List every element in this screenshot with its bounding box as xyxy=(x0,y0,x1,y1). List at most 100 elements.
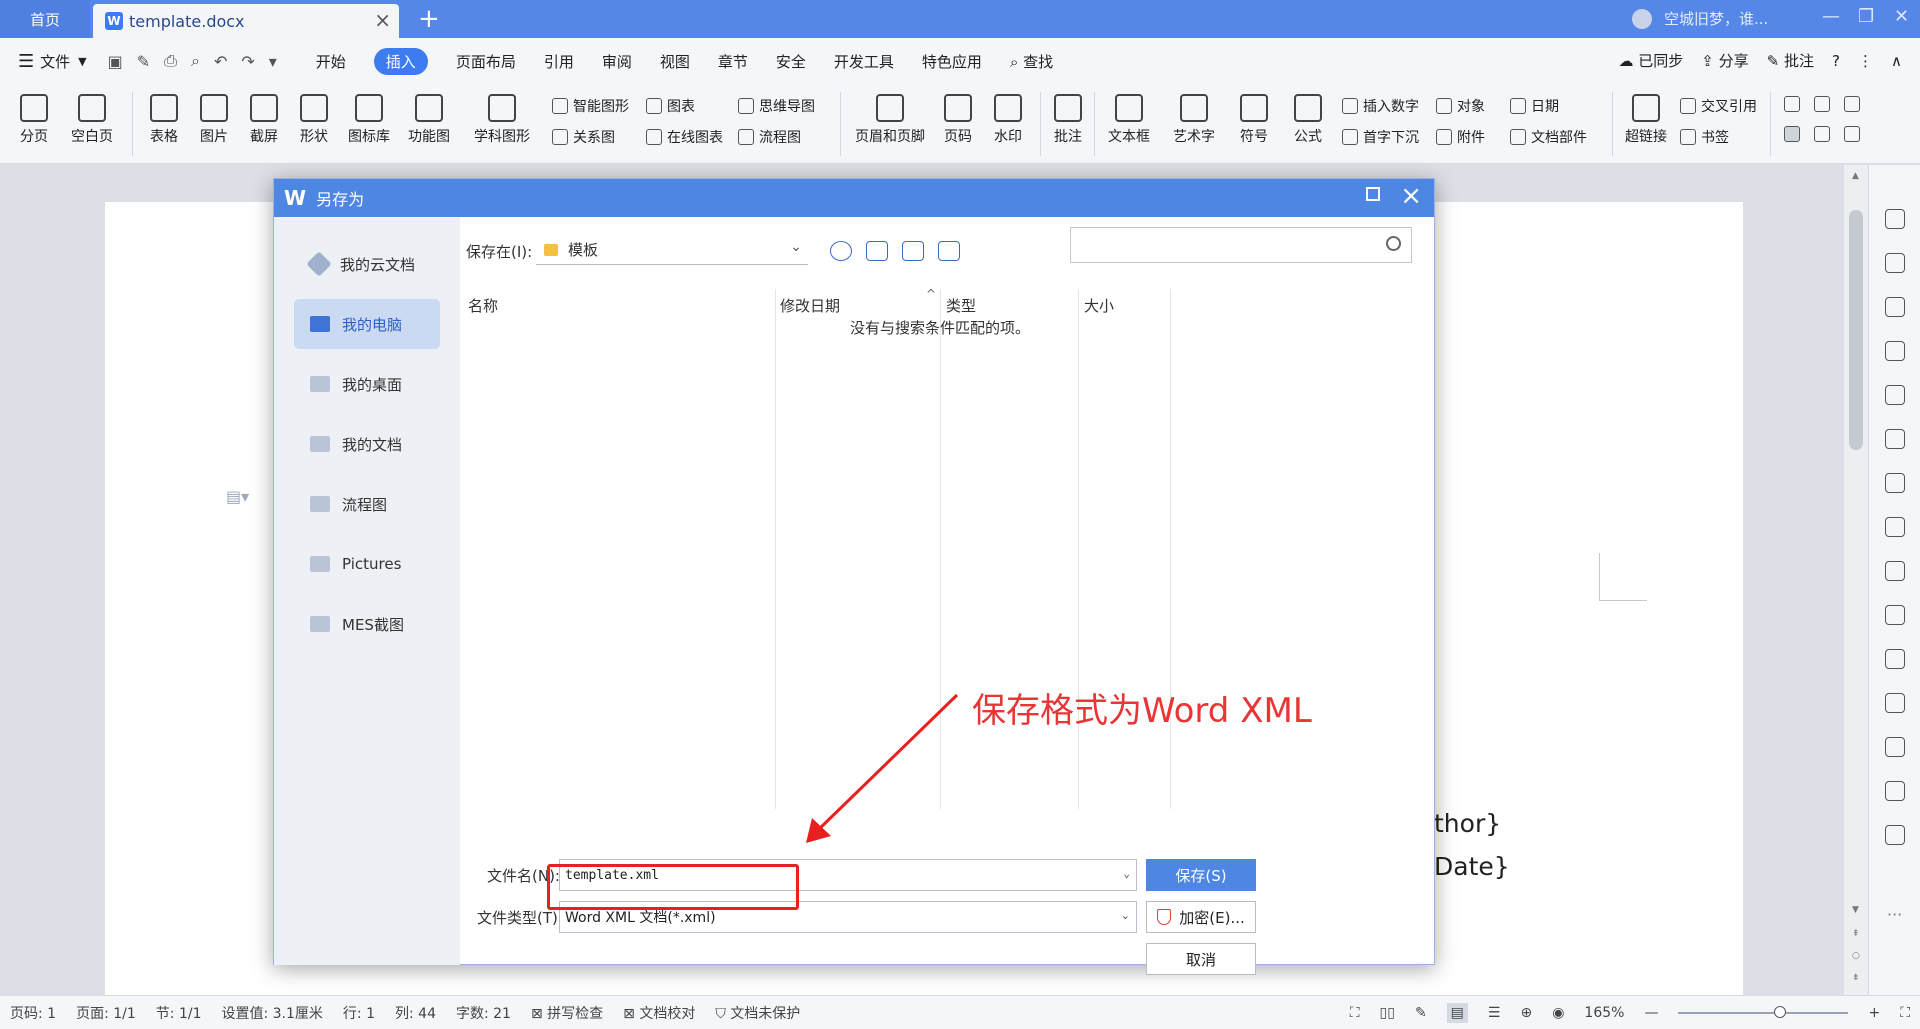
dialog-title-bar[interactable]: W 另存为 × xyxy=(274,179,1434,217)
protection-status[interactable]: ⛉ 文档未保护 xyxy=(715,1003,800,1023)
next-page-icon[interactable]: ⇟ xyxy=(1852,973,1860,983)
up-folder-icon[interactable] xyxy=(866,241,888,261)
tab-start[interactable]: 开始 xyxy=(316,51,346,72)
prev-page-icon[interactable]: ⇞ xyxy=(1852,929,1860,939)
screenshot-button[interactable]: 截屏 xyxy=(242,94,286,146)
zoom-level[interactable]: 165% xyxy=(1584,1005,1624,1021)
shape-button[interactable]: 形状 xyxy=(292,94,336,146)
dialog-close-icon[interactable]: × xyxy=(1400,181,1422,211)
sidebar-item-pictures[interactable]: Pictures xyxy=(294,539,440,589)
sidebar-item-cloud-docs[interactable]: 我的云文档 xyxy=(294,239,440,289)
column-size[interactable]: 大小 xyxy=(1084,295,1114,316)
tab-page-layout[interactable]: 页面布局 xyxy=(456,51,516,72)
read-mode-icon[interactable]: ▯▯ xyxy=(1380,1005,1395,1021)
eye-protect-icon[interactable]: ◉ xyxy=(1552,1005,1564,1021)
object-button[interactable]: 对象 xyxy=(1436,96,1485,116)
help-icon[interactable]: ? xyxy=(1832,52,1840,70)
tab-features[interactable]: 特色应用 xyxy=(922,51,982,72)
vertical-scrollbar[interactable]: ▲ ▼ ⇞ ○ ⇟ xyxy=(1844,165,1868,995)
share-button[interactable]: ⇪ 分享 xyxy=(1701,50,1748,71)
picture-button[interactable]: 图片 xyxy=(192,94,236,146)
tab-review[interactable]: 审阅 xyxy=(602,51,632,72)
tab-section[interactable]: 章节 xyxy=(718,51,748,72)
new-folder-icon[interactable] xyxy=(902,241,924,261)
sidebar-item-desktop[interactable]: 我的桌面 xyxy=(294,359,440,409)
relation-button[interactable]: 关系图 xyxy=(552,127,615,147)
fullscreen-icon[interactable]: ⛶ xyxy=(1350,1005,1360,1021)
grid-icon[interactable] xyxy=(1885,385,1905,405)
export-icon[interactable] xyxy=(1885,561,1905,581)
user-account[interactable]: 空城旧梦，谁... xyxy=(1632,8,1768,29)
write-mode-icon[interactable]: ✎ xyxy=(1415,1005,1427,1021)
select-browse-icon[interactable]: ○ xyxy=(1852,951,1860,961)
zoom-in-icon[interactable]: + xyxy=(1868,1005,1880,1021)
tab-insert[interactable]: 插入 xyxy=(373,47,428,75)
pen-icon[interactable] xyxy=(1885,209,1905,229)
encrypt-button[interactable]: 加密(E)... xyxy=(1146,901,1256,933)
style-icon-6[interactable] xyxy=(1844,126,1865,142)
close-tab-icon[interactable]: × xyxy=(374,8,391,32)
flowchart-button[interactable]: 流程图 xyxy=(738,127,801,147)
wordart-button[interactable]: 艺术字 xyxy=(1166,94,1222,146)
zoom-slider[interactable] xyxy=(1678,1005,1849,1018)
sidebar-item-documents[interactable]: 我的文档 xyxy=(294,419,440,469)
hyperlink-button[interactable]: 超链接 xyxy=(1620,94,1672,146)
archive-icon[interactable] xyxy=(1885,649,1905,669)
file-menu[interactable]: ☰ 文件 ▼ xyxy=(18,51,87,72)
column-modified[interactable]: 修改日期 xyxy=(780,295,840,316)
watermark-button[interactable]: 水印 xyxy=(986,94,1030,146)
zoom-out-icon[interactable]: — xyxy=(1644,1005,1658,1021)
sidebar-item-flowchart[interactable]: 流程图 xyxy=(294,479,440,529)
doc-parts-button[interactable]: 文档部件 xyxy=(1510,127,1587,147)
online-chart-button[interactable]: 在线图表 xyxy=(646,127,723,147)
print-preview-icon[interactable]: ⌕ xyxy=(191,51,200,71)
undo-icon[interactable]: ↶ xyxy=(214,52,227,71)
page-break-button[interactable]: 分页 xyxy=(12,94,56,146)
history-icon[interactable] xyxy=(1885,781,1905,801)
outline-view-icon[interactable]: ☰ xyxy=(1488,1005,1501,1021)
redo-icon[interactable]: ↷ xyxy=(241,52,254,71)
column-divider[interactable] xyxy=(940,289,941,809)
translate-icon[interactable] xyxy=(1885,605,1905,625)
style-icon-4[interactable] xyxy=(1784,126,1805,142)
scroll-down-icon[interactable]: ▼ xyxy=(1852,905,1859,915)
drop-cap-button[interactable]: 首字下沉 xyxy=(1342,127,1419,147)
tab-references[interactable]: 引用 xyxy=(544,51,574,72)
chevron-down-icon[interactable]: ⌄ xyxy=(1121,909,1130,922)
zoom-slider-handle[interactable] xyxy=(1774,1005,1787,1018)
adjust-icon[interactable] xyxy=(1885,473,1905,493)
maximize-icon[interactable] xyxy=(1366,187,1380,201)
save-button[interactable]: 保存(S) xyxy=(1146,859,1256,891)
format-painter-icon[interactable]: ✎ xyxy=(137,52,150,71)
column-type[interactable]: 类型 xyxy=(946,295,976,316)
sidebar-item-mes-screenshots[interactable]: MES截图 xyxy=(294,599,440,649)
attachment-button[interactable]: 附件 xyxy=(1436,127,1485,147)
print-icon[interactable]: ⎙ xyxy=(164,51,177,71)
picture-side-icon[interactable] xyxy=(1885,693,1905,713)
restore-icon[interactable]: ❐ xyxy=(1858,6,1874,27)
shield-side-icon[interactable] xyxy=(1885,737,1905,757)
save-icon[interactable]: ▣ xyxy=(108,52,123,71)
page-view-icon[interactable]: ▤ xyxy=(1446,1002,1468,1023)
search-command[interactable]: ⌕ 查找 xyxy=(1010,51,1053,72)
style-icon-1[interactable] xyxy=(1784,96,1805,112)
blank-page-button[interactable]: 空白页 xyxy=(62,94,122,146)
function-chart-button[interactable]: 功能图 xyxy=(402,94,456,146)
smart-shape-button[interactable]: 智能图形 xyxy=(552,96,629,116)
style-icon-3[interactable] xyxy=(1844,96,1865,112)
search-input[interactable] xyxy=(1070,227,1412,263)
more-icon[interactable]: ⋮ xyxy=(1858,52,1873,70)
symbol-button[interactable]: 符号 xyxy=(1232,94,1276,146)
bookmark-button[interactable]: 书签 xyxy=(1680,127,1729,147)
web-view-icon[interactable]: ⊕ xyxy=(1520,1005,1532,1021)
page-number-button[interactable]: 页码 xyxy=(936,94,980,146)
status-words[interactable]: 字数: 21 xyxy=(456,1003,511,1023)
mindmap-button[interactable]: 思维导图 xyxy=(738,96,815,116)
header-footer-button[interactable]: 页眉和页脚 xyxy=(850,94,930,146)
chevron-down-icon[interactable]: ⌄ xyxy=(1123,867,1130,880)
chart-side-icon[interactable] xyxy=(1885,429,1905,449)
comment-insert-button[interactable]: 批注 xyxy=(1048,94,1088,146)
shapes-icon[interactable] xyxy=(1885,297,1905,317)
scrollbar-thumb[interactable] xyxy=(1849,210,1863,450)
icon-library-button[interactable]: 图标库 xyxy=(344,94,394,146)
